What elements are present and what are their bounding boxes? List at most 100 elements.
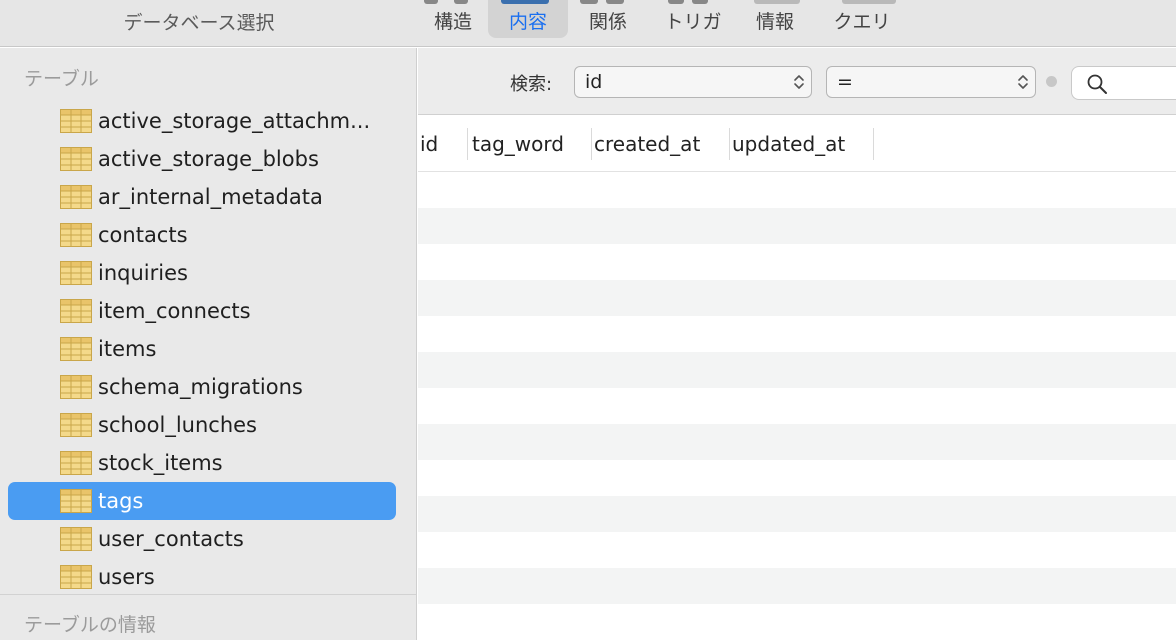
toolbar: データベース選択 構造 内容 関係 トリガ 情報 クエリ [0,0,1176,47]
table-name: stock_items [98,451,223,475]
search-label: 検索: [510,74,553,95]
grid-rows [418,172,1176,640]
table-list-item[interactable]: contacts [8,216,396,254]
triggers-icon [668,0,684,4]
table-icon [60,489,92,513]
table-name: users [98,565,155,589]
column-header-id[interactable]: id [418,128,468,160]
database-select[interactable]: データベース選択 [0,0,398,47]
search-field[interactable] [1071,66,1176,100]
table-row [418,244,1176,280]
chevron-updown-icon [794,75,804,89]
table-row [418,352,1176,388]
table-list-item[interactable]: inquiries [8,254,396,292]
filter-bar: 検索: id = [418,48,1176,115]
table-list-item[interactable]: tags [8,482,396,520]
filter-operator-value: = [837,71,853,93]
tab-relations[interactable]: 関係 [568,0,648,38]
tab-info[interactable]: 情報 [738,0,812,38]
filter-status-dot [1046,76,1057,87]
table-row [418,208,1176,244]
table-name: user_contacts [98,527,244,551]
table-icon [60,261,92,285]
table-list-item[interactable]: school_lunches [8,406,396,444]
view-tabs: 構造 内容 関係 トリガ 情報 クエリ [418,0,912,47]
sidebar-divider [0,594,416,595]
table-name: tags [98,489,144,513]
table-icon [60,337,92,361]
database-select-label: データベース選択 [123,12,275,34]
filter-operator-select[interactable]: = [826,66,1036,98]
table-list-item[interactable]: ar_internal_metadata [8,178,396,216]
table-name: items [98,337,157,361]
table-name: ar_internal_metadata [98,185,323,209]
table-list-item[interactable]: user_contacts [8,520,396,558]
chevron-updown-icon [1018,75,1028,89]
table-icon [60,223,92,247]
table-row [418,604,1176,640]
search-icon [1087,74,1107,94]
table-icon [60,413,92,437]
table-name: contacts [98,223,188,247]
table-icon [60,109,92,133]
table-list-item[interactable]: users [8,558,396,596]
table-row [418,460,1176,496]
table-row [418,316,1176,352]
sidebar: テーブル active_storage_attachm... active_sto… [0,48,417,640]
table-icon [60,565,92,589]
table-icon [60,147,92,171]
tab-info-label: 情報 [755,11,794,33]
tab-structure[interactable]: 構造 [418,0,488,38]
table-list-item[interactable]: active_storage_attachm... [8,102,396,140]
info-icon [754,0,800,4]
filter-field-value: id [585,71,603,93]
column-header-created-at[interactable]: created_at [592,128,730,160]
table-name: active_storage_attachm... [98,109,371,133]
table-row [418,532,1176,568]
table-list-item[interactable]: schema_migrations [8,368,396,406]
relations-icon-part [606,0,624,4]
table-list: active_storage_attachm... active_storage_… [8,102,396,596]
table-row [418,568,1176,604]
tab-content-label: 内容 [508,11,547,33]
grid-header: id tag_word created_at updated_at [418,116,1176,172]
table-icon [60,451,92,475]
tables-section-title: テーブル [24,68,99,90]
tab-query-label: クエリ [833,11,891,33]
search-input[interactable] [1116,71,1176,95]
table-list-item[interactable]: items [8,330,396,368]
tab-structure-label: 構造 [433,11,472,33]
structure-icon-part [454,0,468,4]
content-grid: id tag_word created_at updated_at [418,116,1176,640]
content-icon [501,0,549,4]
table-row [418,172,1176,208]
column-header-tag-word[interactable]: tag_word [470,128,592,160]
filter-field-select[interactable]: id [574,66,812,98]
table-name: schema_migrations [98,375,303,399]
table-list-item[interactable]: active_storage_blobs [8,140,396,178]
table-name: school_lunches [98,413,257,437]
table-list-item[interactable]: stock_items [8,444,396,482]
tab-triggers[interactable]: トリガ [648,0,738,38]
triggers-icon-part [692,0,708,4]
tab-triggers-label: トリガ [664,11,722,33]
column-header-updated-at[interactable]: updated_at [730,128,874,160]
table-row [418,496,1176,532]
table-info-section-title: テーブルの情報 [24,614,156,636]
table-name: active_storage_blobs [98,147,319,171]
table-list-item[interactable]: item_connects [8,292,396,330]
tab-relations-label: 関係 [588,11,627,33]
table-icon [60,185,92,209]
table-name: item_connects [98,299,251,323]
table-row [418,280,1176,316]
tab-content[interactable]: 内容 [488,0,568,38]
table-icon [60,299,92,323]
query-icon [842,0,896,4]
table-icon [60,375,92,399]
table-row [418,388,1176,424]
relations-icon [580,0,598,4]
tab-query[interactable]: クエリ [812,0,912,38]
table-name: inquiries [98,261,188,285]
table-icon [60,527,92,551]
structure-icon [424,0,438,4]
